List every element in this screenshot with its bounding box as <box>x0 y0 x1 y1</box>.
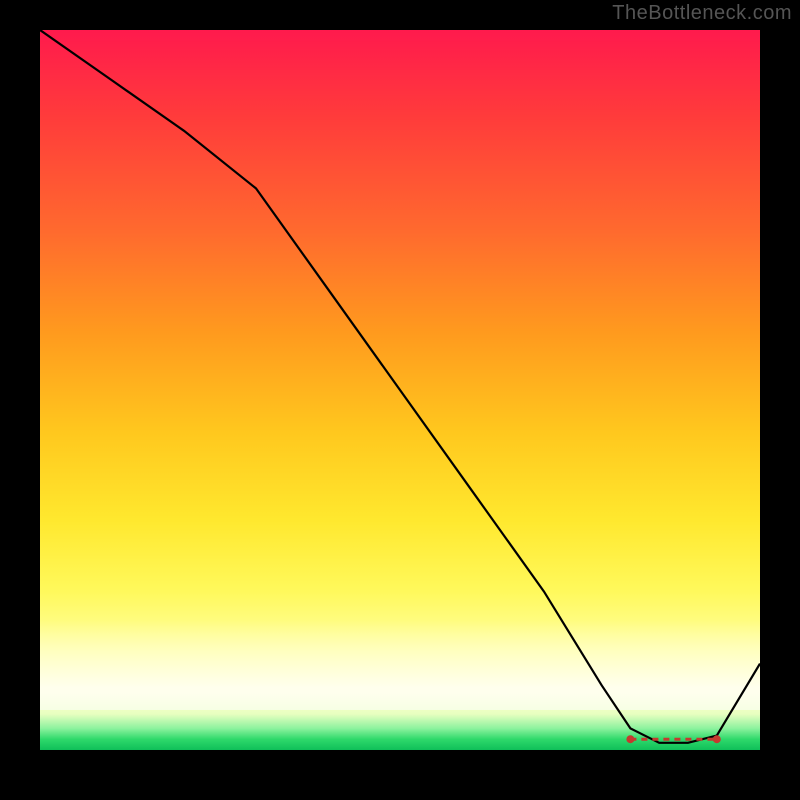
chart-svg <box>40 30 760 750</box>
series-curve <box>40 30 760 743</box>
watermark-text: TheBottleneck.com <box>612 2 792 25</box>
chart-container: TheBottleneck.com <box>0 0 800 800</box>
plot-area <box>40 30 760 750</box>
